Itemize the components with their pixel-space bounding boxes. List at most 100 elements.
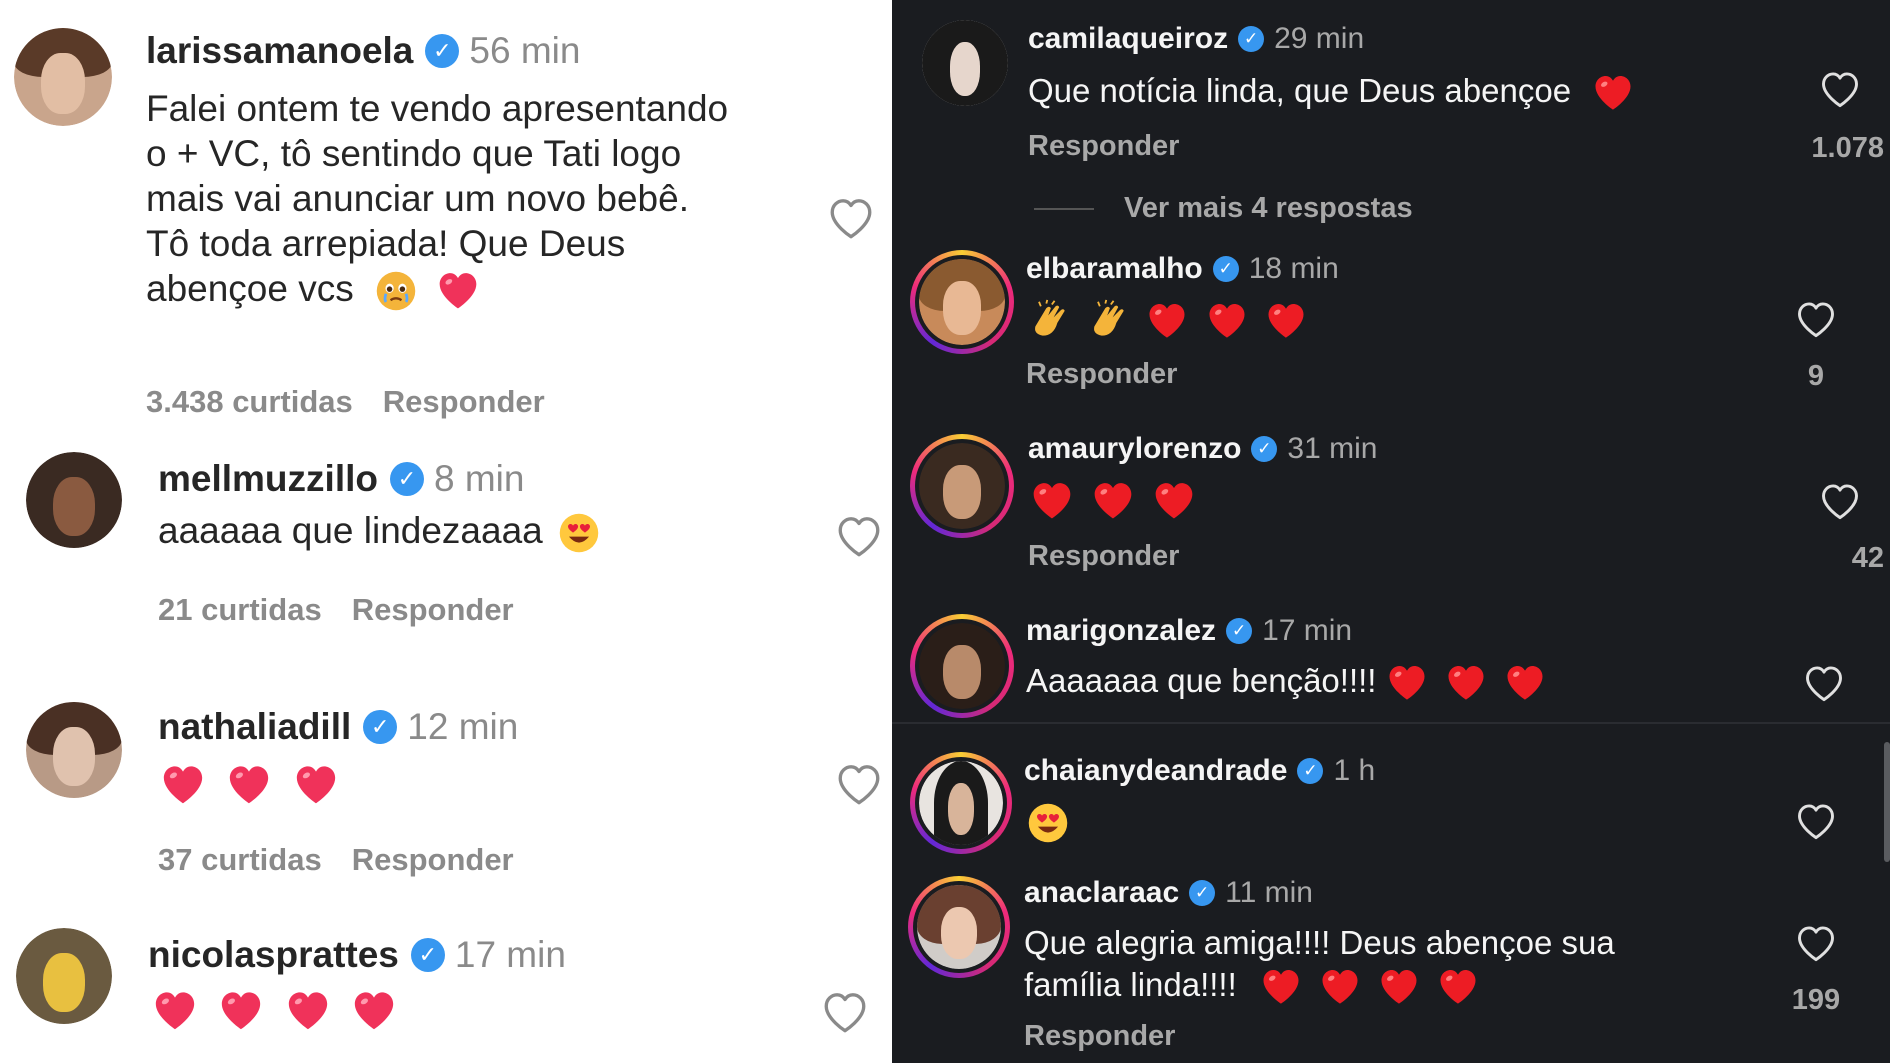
comment-mellmuzzillo: mellmuzzillo ✓ 8 min aaaaaa que lindezaa… (0, 440, 892, 670)
comment-username[interactable]: camilaqueiroz (1028, 22, 1228, 56)
red-heart-emoji-icon (1319, 966, 1361, 1008)
comment-text: Aaaaaaa que benção!!!! (1026, 662, 1377, 699)
avatar-story-ring[interactable] (908, 876, 1010, 978)
comment-elbaramalho: elbaramalho ✓ 18 min Responder 9 (892, 248, 1890, 428)
comment-text-line: Falei ontem te vendo apresentando (146, 88, 729, 129)
heart-outline-icon[interactable] (1818, 68, 1862, 112)
red-heart-emoji-icon (1445, 662, 1487, 704)
avatar[interactable] (26, 452, 122, 548)
verified-badge-icon: ✓ (1226, 618, 1253, 644)
heart-outline-icon[interactable] (1794, 800, 1838, 844)
red-heart-emoji-icon (1152, 479, 1196, 523)
comment-username[interactable]: elbaramalho (1026, 252, 1203, 286)
avatar (919, 259, 1005, 345)
like-count: 1.078 (1811, 132, 1884, 164)
heart-emoji-icon (351, 988, 397, 1034)
comment-anaclaraac: anaclaraac ✓ 11 min Que alegria amiga!!!… (892, 872, 1890, 1063)
comment-marigonzalez: marigonzalez ✓ 17 min Aaaaaaa que benção… (892, 612, 1890, 722)
red-heart-emoji-icon (1146, 300, 1188, 342)
verified-badge-icon: ✓ (1238, 26, 1265, 52)
comment-chaianydeandrade: chaianydeandrade ✓ 1 h (892, 750, 1890, 870)
comment-username[interactable]: chaianydeandrade (1024, 754, 1287, 788)
heart-outline-icon[interactable] (1802, 662, 1846, 706)
comment-text-line: o + VC, tô sentindo que Tati logo (146, 133, 682, 174)
comment-username[interactable]: anaclaraac (1024, 876, 1179, 910)
red-heart-emoji-icon (1206, 300, 1248, 342)
avatar (919, 761, 1003, 845)
heart-emoji-icon (285, 988, 331, 1034)
comment-username[interactable]: amaurylorenzo (1028, 432, 1241, 466)
reply-button[interactable]: Responder (352, 592, 514, 627)
avatar[interactable] (26, 702, 122, 798)
verified-badge-icon: ✓ (1297, 758, 1324, 784)
comment-time: 29 min (1274, 22, 1365, 55)
view-more-replies-button[interactable]: Ver mais 4 respostas (1034, 192, 1413, 225)
comment-username[interactable]: marigonzalez (1026, 614, 1216, 648)
heart-outline-icon[interactable] (834, 760, 884, 810)
heart-outline-icon[interactable] (1794, 922, 1838, 966)
avatar[interactable] (16, 928, 112, 1024)
verified-badge-icon: ✓ (1189, 880, 1216, 906)
comment-amaurylorenzo: amaurylorenzo ✓ 31 min Responder 42 (892, 428, 1890, 608)
heart-emoji-icon (152, 988, 198, 1034)
avatar[interactable] (14, 28, 112, 126)
comment-camilaqueiroz: camilaqueiroz ✓ 29 min Que notícia linda… (892, 0, 1890, 190)
red-heart-emoji-icon (1386, 662, 1428, 704)
heart-outline-icon[interactable] (826, 194, 876, 244)
verified-badge-icon: ✓ (425, 34, 460, 68)
avatar-story-ring[interactable] (910, 250, 1014, 354)
heart-outline-icon[interactable] (1818, 480, 1862, 524)
avatar-story-ring[interactable] (910, 752, 1012, 854)
heart-emoji-icon (293, 762, 339, 808)
view-more-replies-label: Ver mais 4 respostas (1124, 192, 1413, 224)
likes-count[interactable]: 3.438 curtidas (146, 384, 353, 419)
avatar-story-ring[interactable] (910, 434, 1014, 538)
verified-badge-icon: ✓ (1251, 436, 1278, 462)
comment-username[interactable]: larissamanoela (146, 30, 413, 72)
comment-username[interactable]: nathaliadill (158, 706, 351, 748)
clapping-hands-emoji-icon (1028, 299, 1072, 343)
likes-count[interactable]: 21 curtidas (158, 592, 322, 627)
comment-larissamanoela: larissamanoela ✓ 56 min Falei ontem te v… (0, 0, 892, 440)
comment-text (1030, 478, 1196, 523)
replies-divider-line (1034, 207, 1094, 210)
comment-username[interactable]: nicolasprattes (148, 934, 399, 976)
reply-button[interactable]: Responder (1028, 130, 1179, 162)
avatar[interactable] (922, 20, 1008, 106)
heart-outline-icon[interactable] (820, 988, 870, 1038)
section-divider (892, 722, 1890, 724)
heart-emoji-icon (436, 269, 480, 313)
comment-text-line: abençoe vcs (146, 268, 354, 309)
comment-text: aaaaaa que lindezaaaa (158, 510, 543, 551)
red-heart-emoji-icon (1260, 966, 1302, 1008)
red-heart-emoji-icon (1592, 72, 1634, 114)
clapping-hands-emoji-icon (1087, 299, 1131, 343)
comment-time: 1 h (1333, 754, 1376, 787)
comment-time: 11 min (1225, 876, 1313, 909)
reply-button[interactable]: Responder (1026, 358, 1177, 390)
avatar (917, 885, 1001, 969)
comment-username[interactable]: mellmuzzillo (158, 458, 378, 500)
left-comments-panel: larissamanoela ✓ 56 min Falei ontem te v… (0, 0, 892, 1063)
likes-count[interactable]: 37 curtidas (158, 842, 322, 877)
reply-button[interactable]: Responder (352, 842, 514, 877)
red-heart-emoji-icon (1504, 662, 1546, 704)
verified-badge-icon: ✓ (363, 710, 398, 744)
like-count: 42 (1851, 542, 1884, 574)
comment-time: 8 min (433, 458, 525, 499)
heart-outline-icon[interactable] (1794, 298, 1838, 342)
comment-text: Que notícia linda, que Deus abençoe (1028, 72, 1572, 109)
scrollbar[interactable] (1884, 742, 1890, 862)
reply-button[interactable]: Responder (1028, 540, 1179, 572)
avatar-story-ring[interactable] (910, 614, 1014, 718)
heart-emoji-icon (226, 762, 272, 808)
comment-text-line: família linda!!!! (1024, 966, 1237, 1003)
comment-time: 18 min (1248, 252, 1339, 285)
comment-time: 17 min (1262, 614, 1353, 647)
heart-outline-icon[interactable] (834, 512, 884, 562)
heart-emoji-icon (160, 762, 206, 808)
red-heart-emoji-icon (1091, 479, 1135, 523)
comment-time: 56 min (469, 30, 581, 71)
reply-button[interactable]: Responder (1024, 1020, 1175, 1052)
reply-button[interactable]: Responder (383, 384, 545, 419)
